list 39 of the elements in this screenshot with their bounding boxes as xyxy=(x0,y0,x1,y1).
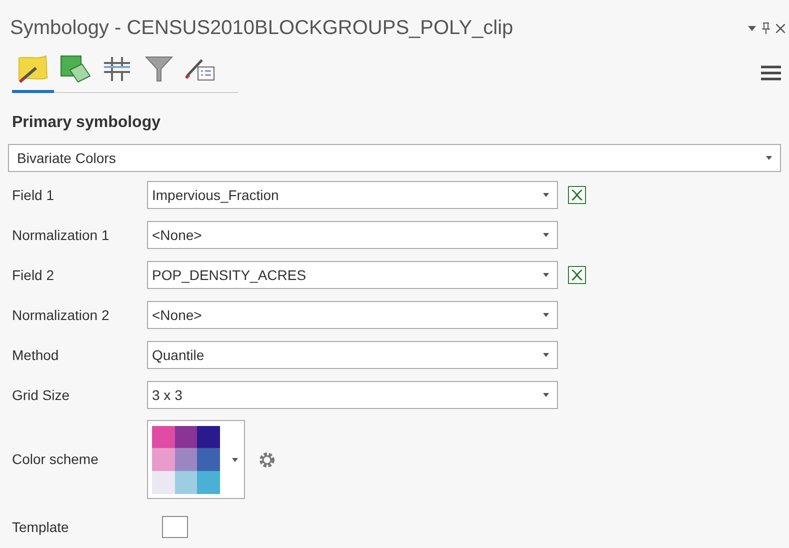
renderer-dropdown[interactable]: Bivariate Colors xyxy=(8,144,781,172)
field-dropdown[interactable]: <None> xyxy=(147,301,558,329)
field-dropdown[interactable]: Quantile xyxy=(147,341,558,369)
caret-icon xyxy=(543,273,549,277)
caret-icon xyxy=(543,313,549,317)
field-label: Color scheme xyxy=(12,450,100,469)
expression-icon[interactable] xyxy=(568,266,586,284)
caret-icon xyxy=(232,458,238,462)
squares-icon xyxy=(58,54,92,84)
pin-icon[interactable] xyxy=(762,22,770,34)
paintbrush-icon xyxy=(16,54,50,84)
field-label: Method xyxy=(12,346,60,364)
expression-icon[interactable] xyxy=(568,186,586,204)
checkbox[interactable] xyxy=(162,516,188,538)
field-label: Template xyxy=(12,518,70,537)
menu-icon[interactable] xyxy=(761,65,781,81)
color-scheme-swatch xyxy=(152,426,220,494)
gear-icon[interactable] xyxy=(257,450,277,470)
symbology-tab[interactable] xyxy=(12,54,54,93)
caret-icon xyxy=(543,353,549,357)
field-dropdown[interactable]: <None> xyxy=(147,221,558,249)
caret-icon xyxy=(543,393,549,397)
field-label: Field 2 xyxy=(12,266,56,284)
field-dropdown[interactable]: 3 x 3 xyxy=(147,381,558,409)
field-dropdown[interactable]: POP_DENSITY_ACRES xyxy=(147,261,558,289)
close-icon[interactable] xyxy=(776,24,785,32)
window-title: Symbology - CENSUS2010BLOCKGROUPS_POLY_clip xyxy=(10,16,514,41)
dropdown-icon[interactable] xyxy=(748,26,756,30)
caret-icon xyxy=(543,233,549,237)
section-heading: Primary symbology xyxy=(12,113,160,133)
field-label: Field 1 xyxy=(12,186,56,204)
filter-icon xyxy=(142,54,176,84)
field-dropdown[interactable]: Impervious_Fraction xyxy=(147,181,558,209)
field-label: Normalization 1 xyxy=(12,226,110,244)
field-label: Grid Size xyxy=(12,386,71,404)
caret-icon xyxy=(543,193,549,197)
caret-icon xyxy=(766,156,772,160)
color-scheme-dropdown[interactable] xyxy=(147,420,245,499)
field-label: Normalization 2 xyxy=(12,306,110,324)
